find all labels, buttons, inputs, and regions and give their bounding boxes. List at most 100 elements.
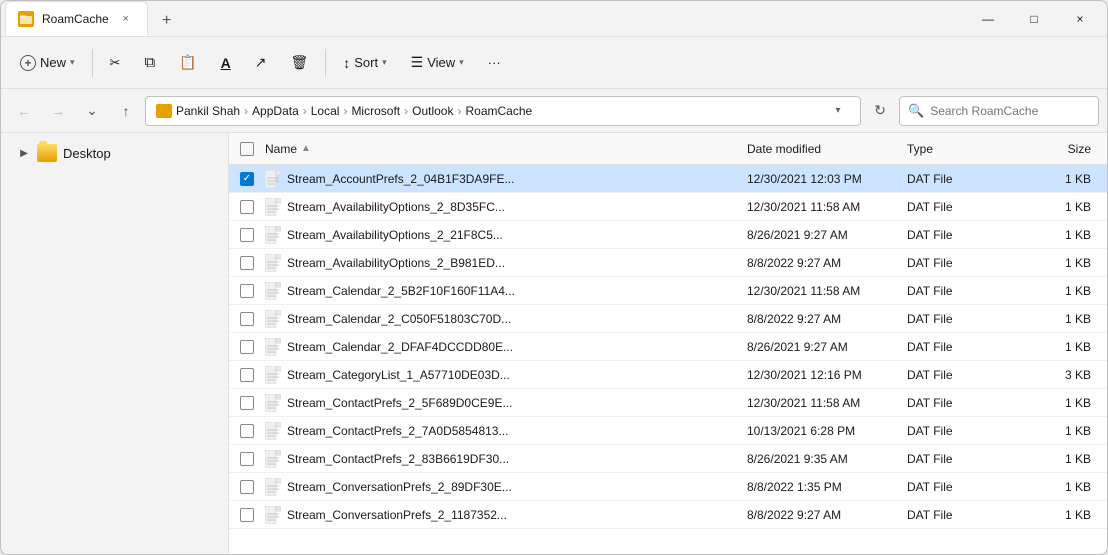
new-chevron-icon: ▾ (70, 57, 75, 68)
select-all-checkbox[interactable] (240, 142, 254, 156)
file-check-10[interactable] (229, 452, 265, 466)
file-check-3[interactable] (229, 256, 265, 270)
file-checkbox-1[interactable] (240, 200, 254, 214)
delete-button[interactable]: 🗑 (279, 47, 319, 78)
sort-arrow-icon: ▲ (301, 143, 311, 154)
table-row[interactable]: Stream_AvailabilityOptions_2_B981ED... 8… (229, 249, 1107, 277)
share-button[interactable]: ↗ (244, 47, 278, 78)
column-type[interactable]: Type (907, 142, 1027, 156)
file-check-8[interactable] (229, 396, 265, 410)
file-type-9: DAT File (907, 424, 1027, 438)
table-row[interactable]: Stream_ContactPrefs_2_83B6619DF30... 8/2… (229, 445, 1107, 473)
view-button[interactable]: ☰ View ▾ (400, 47, 475, 78)
table-row[interactable]: Stream_AvailabilityOptions_2_21F8C5... 8… (229, 221, 1107, 249)
file-checkbox-10[interactable] (240, 452, 254, 466)
file-name-2: Stream_AvailabilityOptions_2_21F8C5... (265, 226, 747, 244)
minimize-button[interactable]: — (965, 1, 1011, 37)
file-name-7: Stream_CategoryList_1_A57710DE03D... (265, 366, 747, 384)
file-checkbox-12[interactable] (240, 508, 254, 522)
maximize-button[interactable]: □ (1011, 1, 1057, 37)
table-row[interactable]: Stream_ContactPrefs_2_5F689D0CE9E... 12/… (229, 389, 1107, 417)
table-row[interactable]: Stream_ConversationPrefs_2_89DF30E... 8/… (229, 473, 1107, 501)
table-row[interactable]: Stream_Calendar_2_DFAF4DCCDD80E... 8/26/… (229, 333, 1107, 361)
file-check-11[interactable] (229, 480, 265, 494)
file-icon-0 (265, 170, 281, 188)
active-tab[interactable]: RoamCache × (5, 1, 148, 36)
file-check-4[interactable] (229, 284, 265, 298)
file-type-12: DAT File (907, 508, 1027, 522)
file-checkbox-11[interactable] (240, 480, 254, 494)
tab-close-button[interactable]: × (117, 10, 135, 28)
tab-label: RoamCache (42, 12, 109, 26)
table-row[interactable]: Stream_AvailabilityOptions_2_8D35FC... 1… (229, 193, 1107, 221)
table-row[interactable]: Stream_Calendar_2_5B2F10F160F11A4... 12/… (229, 277, 1107, 305)
file-name-6: Stream_Calendar_2_DFAF4DCCDD80E... (265, 338, 747, 356)
search-box[interactable]: 🔍 (899, 96, 1099, 126)
close-button[interactable]: × (1057, 1, 1103, 37)
table-row[interactable]: Stream_ContactPrefs_2_7A0D5854813... 10/… (229, 417, 1107, 445)
file-checkbox-2[interactable] (240, 228, 254, 242)
cut-button[interactable]: ✂ (99, 48, 132, 78)
rename-icon: A (221, 55, 231, 71)
file-type-1: DAT File (907, 200, 1027, 214)
file-check-0[interactable] (229, 172, 265, 186)
table-row[interactable]: Stream_ConversationPrefs_2_1187352... 8/… (229, 501, 1107, 529)
back-button[interactable]: ← (9, 96, 39, 126)
separator-2 (325, 49, 326, 77)
more-button[interactable]: ··· (477, 48, 512, 77)
file-checkbox-8[interactable] (240, 396, 254, 410)
file-date-3: 8/8/2022 9:27 AM (747, 256, 907, 270)
file-checkbox-7[interactable] (240, 368, 254, 382)
file-check-12[interactable] (229, 508, 265, 522)
file-check-7[interactable] (229, 368, 265, 382)
column-name[interactable]: Name ▲ (265, 142, 747, 156)
file-checkbox-6[interactable] (240, 340, 254, 354)
address-box[interactable]: Pankil Shah › AppData › Local › Microsof… (145, 96, 861, 126)
file-check-9[interactable] (229, 424, 265, 438)
file-checkbox-3[interactable] (240, 256, 254, 270)
recent-locations-button[interactable]: ⌄ (77, 96, 107, 126)
file-date-0: 12/30/2021 12:03 PM (747, 172, 907, 186)
file-size-6: 1 KB (1027, 340, 1107, 354)
file-checkbox-9[interactable] (240, 424, 254, 438)
view-chevron-icon: ▾ (459, 57, 464, 68)
file-check-5[interactable] (229, 312, 265, 326)
sidebar-item-desktop[interactable]: ▶ Desktop (5, 138, 224, 168)
sort-button[interactable]: ↕ Sort ▾ (332, 48, 397, 78)
file-type-11: DAT File (907, 480, 1027, 494)
file-checkbox-4[interactable] (240, 284, 254, 298)
file-checkbox-5[interactable] (240, 312, 254, 326)
file-checkbox-0[interactable] (240, 172, 254, 186)
address-bar-row: ← → ⌄ ↑ Pankil Shah › AppData › Local › … (1, 89, 1107, 133)
file-size-5: 1 KB (1027, 312, 1107, 326)
file-date-9: 10/13/2021 6:28 PM (747, 424, 907, 438)
up-button[interactable]: ↑ (111, 96, 141, 126)
new-tab-button[interactable]: + (152, 6, 182, 36)
table-row[interactable]: Stream_CategoryList_1_A57710DE03D... 12/… (229, 361, 1107, 389)
file-type-4: DAT File (907, 284, 1027, 298)
file-check-6[interactable] (229, 340, 265, 354)
copy-icon: ⧉ (144, 54, 155, 71)
new-button[interactable]: + New ▾ (9, 48, 86, 78)
refresh-button[interactable]: ↻ (865, 96, 895, 126)
file-size-0: 1 KB (1027, 172, 1107, 186)
breadcrumb-outlook: Outlook (412, 104, 453, 118)
table-row[interactable]: Stream_Calendar_2_C050F51803C70D... 8/8/… (229, 305, 1107, 333)
separator-1 (92, 49, 93, 77)
copy-button[interactable]: ⧉ (133, 47, 166, 78)
share-icon: ↗ (255, 54, 267, 71)
header-check[interactable] (229, 142, 265, 156)
column-date-modified[interactable]: Date modified (747, 142, 907, 156)
rename-button[interactable]: A (210, 48, 242, 78)
column-size[interactable]: Size (1027, 142, 1107, 156)
search-input[interactable] (930, 104, 1090, 118)
file-type-3: DAT File (907, 256, 1027, 270)
paste-button[interactable]: 📋 (168, 47, 207, 78)
forward-button[interactable]: → (43, 96, 73, 126)
file-name-text-8: Stream_ContactPrefs_2_5F689D0CE9E... (287, 396, 512, 410)
file-check-2[interactable] (229, 228, 265, 242)
table-row[interactable]: Stream_AccountPrefs_2_04B1F3DA9FE... 12/… (229, 165, 1107, 193)
address-dropdown-icon[interactable]: ▾ (826, 99, 850, 123)
sidebar: ▶ Desktop (1, 133, 229, 554)
file-check-1[interactable] (229, 200, 265, 214)
